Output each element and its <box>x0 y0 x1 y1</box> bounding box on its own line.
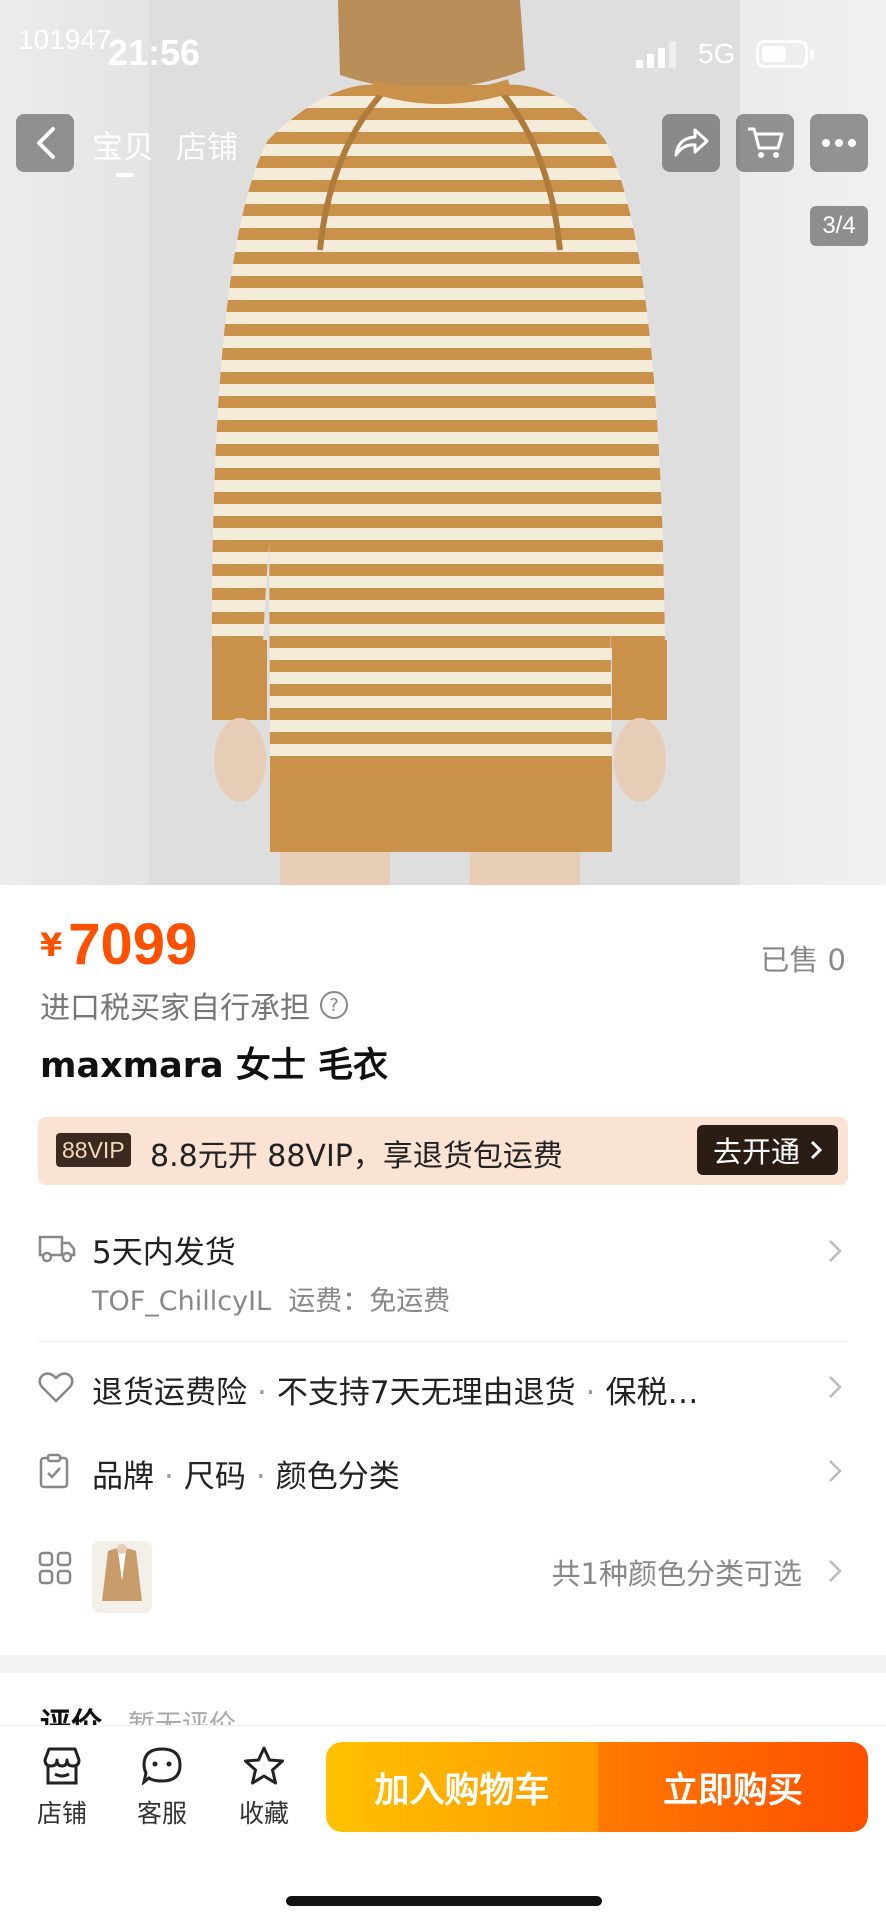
variant-thumbnail[interactable] <box>92 1541 152 1613</box>
more-icon <box>822 139 856 147</box>
grid-icon <box>38 1551 72 1585</box>
help-icon[interactable]: ? <box>320 991 348 1019</box>
service-icon <box>141 1747 182 1786</box>
separator-dot: · <box>257 1375 267 1411</box>
tab-shop[interactable]: 店铺 <box>176 122 238 167</box>
chevron-right-icon <box>810 1140 822 1160</box>
tab-item[interactable]: 宝贝 <box>92 122 154 177</box>
clipboard-icon <box>39 1453 69 1489</box>
add-to-cart-button[interactable]: 加入购物车 <box>326 1742 598 1832</box>
price-value: 7099 <box>68 912 198 977</box>
variants-row[interactable]: 共1种颜色分类可选 <box>0 1541 886 1613</box>
section-gap <box>0 1655 886 1673</box>
shipping-details: TOF_ChillcyIL 运费：免运费 <box>92 1279 450 1318</box>
tab-label: 收藏 <box>238 1799 289 1828</box>
divider <box>38 1341 848 1342</box>
signal-icon <box>636 42 676 68</box>
vip-text: 8.8元开 88VIP，享退货包运费 <box>150 1139 563 1174</box>
status-bar: 101947 21:56 5G <box>0 0 886 110</box>
separator-dot: · <box>164 1459 174 1495</box>
shop-icon <box>43 1747 81 1785</box>
service-item: 保税… <box>605 1375 699 1411</box>
status-id: 101947 <box>18 24 112 55</box>
bottom-action-bar: 店铺 客服 收藏 加入购物车 立即购买 <box>0 1725 886 1920</box>
sender-name: TOF_ChillcyIL <box>92 1286 272 1317</box>
truck-icon <box>38 1235 76 1263</box>
cart-button[interactable] <box>736 114 794 172</box>
back-button[interactable] <box>16 114 74 172</box>
chevron-right-icon <box>829 1460 842 1482</box>
chevron-right-icon <box>829 1376 842 1398</box>
variant-count: 共1种颜色分类可选 <box>551 1557 802 1591</box>
tab-favorite-button[interactable]: 收藏 <box>224 1746 304 1830</box>
tab-service-button[interactable]: 客服 <box>122 1746 202 1830</box>
home-indicator[interactable] <box>286 1896 602 1906</box>
tab-label: 客服 <box>136 1799 187 1828</box>
vip-badge: 88VIP <box>56 1133 131 1167</box>
params-row[interactable]: 品牌 · 尺码 · 颜色分类 <box>0 1451 886 1501</box>
product-title: maxmara 女士 毛衣 <box>40 1046 389 1086</box>
buy-now-button[interactable]: 立即购买 <box>598 1742 868 1832</box>
service-items: 退货运费险 · 不支持7天无理由退货 · 保税… <box>92 1367 698 1412</box>
tab-shop-button[interactable]: 店铺 <box>22 1746 102 1830</box>
chevron-left-icon <box>37 127 55 159</box>
param-item: 品牌 <box>92 1459 154 1495</box>
params-items: 品牌 · 尺码 · 颜色分类 <box>92 1451 400 1496</box>
star-icon <box>244 1746 284 1785</box>
currency-symbol: ¥ <box>40 926 63 964</box>
price: ¥7099 <box>40 911 197 978</box>
status-time: 21:56 <box>108 32 201 73</box>
share-icon <box>674 128 709 157</box>
service-row[interactable]: 退货运费险 · 不支持7天无理由退货 · 保税… <box>0 1367 886 1417</box>
more-button[interactable] <box>810 114 868 172</box>
variant-thumbnail-image <box>92 1541 152 1613</box>
cart-icon <box>748 127 784 158</box>
heart-icon <box>38 1372 74 1403</box>
shipping-row[interactable]: 5天内发货 TOF_ChillcyIL 运费：免运费 <box>0 1227 886 1337</box>
vip-cta-label: 去开通 <box>712 1135 800 1169</box>
vip-activate-button[interactable]: 去开通 <box>696 1125 838 1175</box>
tab-label: 店铺 <box>36 1799 87 1828</box>
tax-note-text: 进口税买家自行承担 <box>40 991 310 1026</box>
vip-banner[interactable]: 88VIP 8.8元开 88VIP，享退货包运费 去开通 <box>38 1117 848 1185</box>
image-page-indicator: 3/4 <box>810 206 868 246</box>
param-item: 尺码 <box>183 1459 246 1495</box>
service-item: 不支持7天无理由退货 <box>276 1375 576 1411</box>
delivery-time: 5天内发货 <box>92 1235 236 1271</box>
tax-note[interactable]: 进口税买家自行承担 ? <box>40 983 348 1027</box>
separator-dot: · <box>255 1459 266 1495</box>
chevron-right-icon <box>829 1240 842 1262</box>
separator-dot: · <box>585 1375 596 1411</box>
reviews-section[interactable]: 评价 暂无评价 <box>0 1673 886 1743</box>
shipping-fee: 运费：免运费 <box>288 1286 451 1317</box>
network-label: 5G <box>698 38 736 69</box>
product-image-carousel[interactable]: 101947 21:56 5G 宝贝 店铺 3/4 <box>0 0 886 885</box>
service-item: 退货运费险 <box>92 1375 247 1411</box>
sold-count: 已售 0 <box>760 943 846 977</box>
battery-icon <box>756 40 814 68</box>
share-button[interactable] <box>662 114 720 172</box>
product-info-card: ¥7099 已售 0 进口税买家自行承担 ? maxmara 女士 毛衣 88V… <box>0 885 886 1655</box>
chevron-right-icon <box>829 1560 842 1582</box>
param-item: 颜色分类 <box>275 1459 400 1495</box>
